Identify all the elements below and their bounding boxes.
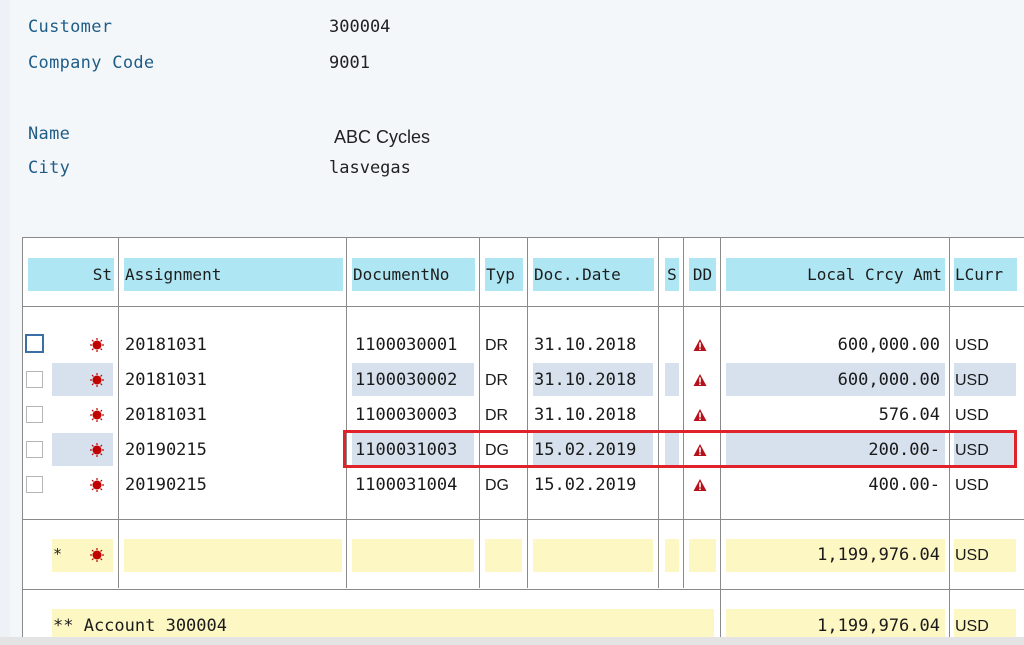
document-no-cell[interactable]: 1100031004 (355, 475, 457, 495)
assignment-cell[interactable]: 20181031 (125, 370, 207, 390)
col-line (683, 237, 684, 588)
typ-cell: DR (485, 337, 509, 354)
grid-top-line (22, 237, 1024, 238)
highlight-box (343, 430, 1017, 468)
col-line (118, 237, 119, 588)
account-total-amount: 1,199,976.04 (817, 616, 940, 636)
col-line (22, 237, 23, 645)
warning-icon (693, 339, 707, 351)
col-header-assignment[interactable]: Assignment (124, 258, 343, 291)
left-strip (0, 0, 10, 645)
col-line (527, 237, 528, 588)
typ-cell: DR (485, 372, 509, 389)
currency-cell: USD (955, 477, 989, 494)
subtotal-amount: 1,199,976.04 (817, 545, 940, 565)
name-value: ABC Cycles (334, 127, 431, 147)
name-label: Name (28, 124, 71, 144)
subtotal-currency: USD (955, 547, 989, 564)
warning-icon (693, 409, 707, 421)
row-select-checkbox[interactable] (26, 371, 43, 388)
currency-cell: USD (955, 407, 989, 424)
document-no-cell[interactable]: 1100030003 (355, 405, 457, 425)
document-no-cell[interactable]: 1100030002 (355, 370, 457, 390)
subtotal-bar (352, 539, 474, 572)
row-select-checkbox[interactable] (26, 406, 43, 423)
typ-cell: DR (485, 407, 509, 424)
items-separator (22, 519, 1024, 520)
horizontal-scrollbar[interactable] (0, 637, 1024, 645)
col-line (346, 237, 347, 588)
amount-cell: 576.04 (878, 405, 940, 425)
currency-cell: USD (955, 372, 989, 389)
account-total-currency: USD (955, 618, 989, 635)
col-header-document-no[interactable]: DocumentNo (352, 258, 475, 291)
header-separator (22, 306, 1024, 307)
assignment-cell[interactable]: 20181031 (125, 335, 207, 355)
col-line (658, 237, 659, 588)
amount-cell: 600,000.00 (837, 335, 940, 355)
subtotal-bar (124, 539, 342, 572)
city-label: City (28, 158, 71, 178)
col-header-currency[interactable]: LCurr (954, 258, 1017, 291)
row-select-checkbox[interactable] (25, 334, 44, 353)
assignment-cell[interactable]: 20181031 (125, 405, 207, 425)
col-header-dd[interactable]: DD (689, 258, 716, 291)
row-select-checkbox[interactable] (26, 476, 43, 493)
col-header-typ[interactable]: Typ (485, 258, 523, 291)
doc-date-cell: 15.02.2019 (534, 475, 637, 495)
status-red-icon (90, 408, 104, 422)
subtotal-marker: * (53, 545, 63, 563)
subtotal-bar (665, 539, 679, 572)
amount-cell: 400.00- (868, 475, 940, 495)
status-red-icon (90, 478, 104, 492)
typ-cell: DG (485, 477, 509, 494)
customer-label: Customer (28, 17, 113, 37)
status-red-icon (90, 373, 104, 387)
assignment-cell[interactable]: 20190215 (125, 475, 207, 495)
col-header-s[interactable]: S (665, 258, 679, 291)
doc-date-cell: 31.10.2018 (534, 405, 637, 425)
subtotal-bar (485, 539, 522, 572)
status-red-icon (90, 548, 104, 562)
subtotal-bar (533, 539, 653, 572)
status-red-icon (90, 443, 104, 457)
warning-icon (693, 479, 707, 491)
document-no-cell[interactable]: 1100030001 (355, 335, 457, 355)
doc-date-cell: 31.10.2018 (534, 370, 637, 390)
subtotal-separator (22, 589, 1024, 590)
company-code-value: 9001 (329, 53, 370, 73)
col-line (479, 237, 480, 588)
subtotal-bar (689, 539, 716, 572)
currency-cell: USD (955, 337, 989, 354)
warning-icon (693, 374, 707, 386)
doc-date-cell: 31.10.2018 (534, 335, 637, 355)
row-band (665, 363, 679, 396)
col-header-doc-date[interactable]: Doc..Date (533, 258, 654, 291)
company-code-label: Company Code (28, 53, 155, 73)
amount-cell: 600,000.00 (837, 370, 940, 390)
city-value: lasvegas (329, 158, 411, 178)
customer-value: 300004 (329, 17, 391, 37)
assignment-cell[interactable]: 20190215 (125, 440, 207, 460)
status-red-icon (90, 338, 104, 352)
col-header-st[interactable]: St (28, 258, 114, 291)
account-total-label: ** Account 300004 (53, 616, 227, 636)
row-select-checkbox[interactable] (26, 441, 43, 458)
col-header-amount[interactable]: Local Crcy Amt (726, 258, 945, 291)
